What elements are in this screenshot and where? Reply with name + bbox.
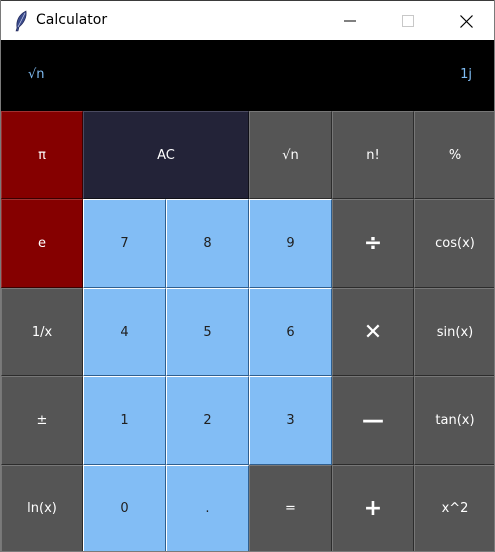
- all-clear-button[interactable]: AC: [83, 111, 249, 199]
- maximize-button[interactable]: [385, 1, 431, 41]
- expression-text: √n: [28, 67, 45, 82]
- digit-6-button[interactable]: 6: [249, 288, 332, 376]
- equals-button[interactable]: =: [249, 465, 332, 551]
- digit-0-button[interactable]: 0: [83, 465, 166, 551]
- button-pad: π AC √n n! % e 7 8 9 ÷ cos(x) 1/x 4 5 6 …: [1, 111, 494, 551]
- multiply-button[interactable]: ✕: [332, 288, 414, 376]
- digit-8-button[interactable]: 8: [166, 199, 249, 288]
- close-icon: [459, 14, 473, 28]
- e-button[interactable]: e: [1, 199, 83, 288]
- decimal-point-button[interactable]: .: [166, 465, 249, 551]
- digit-1-button[interactable]: 1: [83, 376, 166, 465]
- window-title: Calculator: [36, 12, 108, 28]
- feather-icon: [13, 10, 29, 32]
- divide-button[interactable]: ÷: [332, 199, 414, 288]
- factorial-button[interactable]: n!: [332, 111, 414, 199]
- square-button[interactable]: x^2: [414, 465, 494, 551]
- reciprocal-button[interactable]: 1/x: [1, 288, 83, 376]
- digit-4-button[interactable]: 4: [83, 288, 166, 376]
- close-button[interactable]: [443, 1, 489, 41]
- digit-5-button[interactable]: 5: [166, 288, 249, 376]
- sqrt-button[interactable]: √n: [249, 111, 332, 199]
- digit-7-button[interactable]: 7: [83, 199, 166, 288]
- plus-minus-button[interactable]: ±: [1, 376, 83, 465]
- add-button[interactable]: +: [332, 465, 414, 551]
- cos-button[interactable]: cos(x): [414, 199, 494, 288]
- minimize-button[interactable]: [327, 1, 373, 41]
- title-bar[interactable]: Calculator: [1, 0, 494, 41]
- maximize-icon: [402, 15, 414, 27]
- sin-button[interactable]: sin(x): [414, 288, 494, 376]
- tan-button[interactable]: tan(x): [414, 376, 494, 465]
- digit-9-button[interactable]: 9: [249, 199, 332, 288]
- calculator-display: √n 1j: [1, 40, 494, 111]
- calculator-window: Calculator √n 1j π AC √n n! % e 7 8 9 ÷ …: [0, 0, 495, 552]
- percent-button[interactable]: %: [414, 111, 494, 199]
- minimize-icon: [344, 20, 356, 22]
- digit-2-button[interactable]: 2: [166, 376, 249, 465]
- pi-button[interactable]: π: [1, 111, 83, 199]
- ln-button[interactable]: ln(x): [1, 465, 83, 551]
- digit-3-button[interactable]: 3: [249, 376, 332, 465]
- result-text: 1j: [460, 67, 472, 82]
- subtract-button[interactable]: —: [332, 376, 414, 465]
